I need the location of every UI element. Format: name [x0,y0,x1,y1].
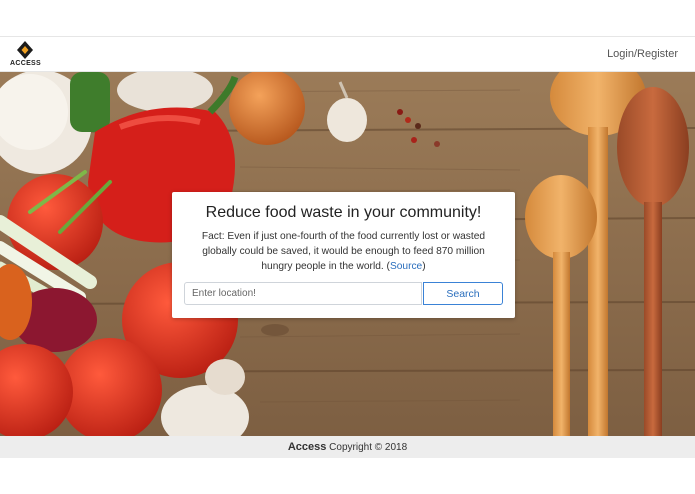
brand-logo[interactable]: ACCESS [10,40,41,70]
source-link[interactable]: Source [390,261,422,272]
login-register-link[interactable]: Login/Register [607,48,678,60]
brand-name: ACCESS [10,60,41,67]
footer-brand: Access [287,441,327,453]
fact-close: ) [422,261,426,272]
navbar: ACCESS Login/Register [0,36,695,72]
search-button[interactable]: Search [423,282,503,305]
footer: Access Copyright © 2018 [0,436,695,458]
page-title: Reduce food waste in your community! [205,204,482,221]
fact-body: Fact: Even if just one-fourth of the foo… [201,231,486,272]
search-card: Reduce food waste in your community! Fac… [172,192,515,318]
diamond-logo-icon [17,41,33,59]
location-input[interactable] [184,282,422,305]
fact-text: Fact: Even if just one-fourth of the foo… [194,229,493,274]
footer-copyright: Copyright © 2018 [329,442,408,453]
